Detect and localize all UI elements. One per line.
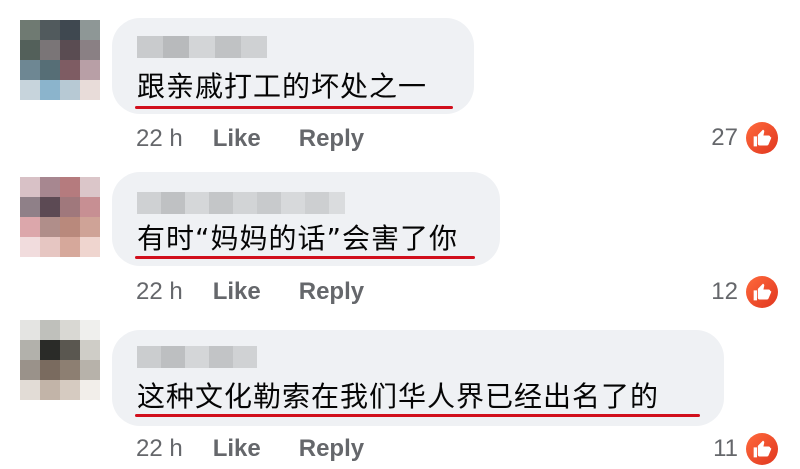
like-icon (746, 276, 778, 308)
comment-bubble: 这种文化勒索在我们华人界已经出名了的 (112, 330, 724, 426)
like-button[interactable]: Like (213, 278, 261, 306)
avatar[interactable] (20, 320, 100, 400)
like-button[interactable]: Like (213, 125, 261, 153)
comment-meta: 22 h Like Reply (136, 124, 402, 154)
comment-text: 有时“妈妈的话”会害了你 (137, 222, 459, 255)
reply-button[interactable]: Reply (299, 278, 364, 306)
author-name-blurred[interactable] (137, 346, 257, 368)
reaction-count: 11 (713, 435, 738, 462)
timestamp[interactable]: 22 h (136, 125, 183, 153)
author-name-blurred[interactable] (137, 36, 267, 58)
like-icon (746, 122, 778, 154)
avatar[interactable] (20, 20, 100, 100)
comment-meta: 22 h Like Reply (136, 277, 402, 307)
reply-button[interactable]: Reply (299, 435, 364, 463)
timestamp[interactable]: 22 h (136, 278, 183, 306)
timestamp[interactable]: 22 h (136, 435, 183, 463)
author-name-blurred[interactable] (137, 192, 345, 214)
comment-text: 这种文化勒索在我们华人界已经出名了的 (137, 380, 660, 413)
reaction-count: 27 (711, 124, 738, 151)
comment-bubble: 有时“妈妈的话”会害了你 (112, 172, 500, 266)
red-underline (135, 106, 453, 109)
reaction-count: 12 (711, 278, 738, 305)
red-underline (135, 256, 475, 259)
reaction-summary[interactable]: 11 (713, 432, 778, 466)
avatar[interactable] (20, 177, 100, 257)
like-button[interactable]: Like (213, 435, 261, 463)
comment-text: 跟亲戚打工的坏处之一 (137, 70, 428, 103)
comment-bubble: 跟亲戚打工的坏处之一 (112, 18, 474, 114)
reaction-summary[interactable]: 12 (711, 275, 778, 309)
like-icon (746, 433, 778, 465)
comment-meta: 22 h Like Reply (136, 434, 402, 464)
reaction-summary[interactable]: 27 (711, 121, 778, 155)
reply-button[interactable]: Reply (299, 125, 364, 153)
red-underline (135, 414, 700, 417)
